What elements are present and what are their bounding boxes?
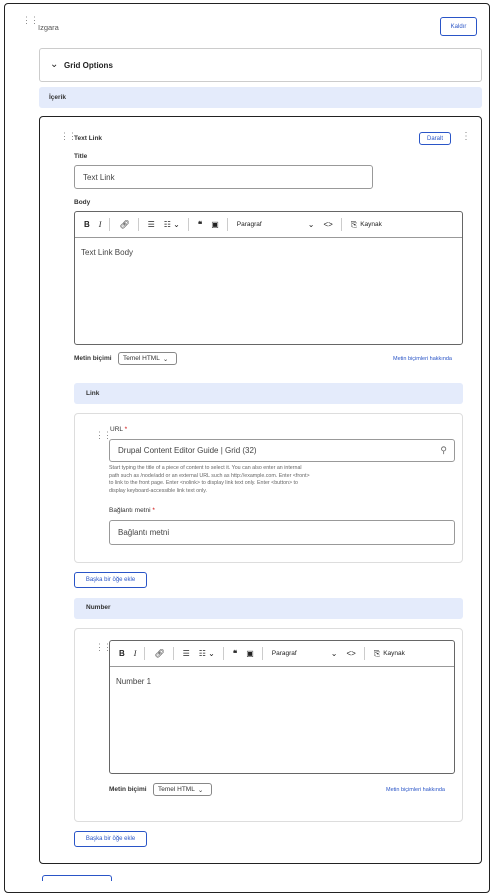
add-another-item-button[interactable]: Başka bir öğe ekle: [74, 831, 147, 847]
url-help: Start typing the title of a piece of con…: [109, 465, 310, 494]
link-icon[interactable]: 🔗︎: [119, 220, 129, 229]
format-label: Metin biçimi: [109, 786, 147, 793]
add-paragraph-button[interactable]: [42, 875, 112, 881]
number-section-bar: Number: [74, 598, 463, 619]
content-bar-label: İçerik: [49, 94, 66, 101]
remove-button[interactable]: Kaldır: [440, 17, 477, 36]
numbered-list-icon[interactable]: ☷ ⌄: [164, 220, 180, 229]
title-input[interactable]: Text Link: [74, 165, 373, 189]
section-title: Izgara: [38, 23, 59, 32]
chevron-down-icon: ⌄: [50, 59, 59, 70]
source-icon[interactable]: ⎘: [351, 220, 357, 230]
heading-dropdown[interactable]: Paragraf: [272, 650, 322, 657]
number-item: ⋮⋮ B I 🔗︎ ☰ ☷ ⌄ ❝ ▣ Paragraf ⌄ <> ⎘ Kayn…: [74, 628, 463, 822]
text-link-paragraph: ⋮⋮ Text Link Daralt ⋮ Title Text Link Bo…: [39, 116, 482, 864]
format-about-link[interactable]: Metin biçimleri hakkında: [393, 356, 452, 362]
link-item: ⋮⋮ URL * Drupal Content Editor Guide | G…: [74, 413, 463, 563]
number-body-text: Number 1: [116, 677, 152, 686]
number-section-label: Number: [86, 604, 111, 611]
add-another-item-button[interactable]: Başka bir öğe ekle: [74, 572, 147, 588]
link-section-label: Link: [86, 390, 100, 397]
chevron-down-icon[interactable]: ⌄: [308, 220, 315, 229]
bullet-list-icon[interactable]: ☰: [183, 649, 190, 658]
chevron-down-icon[interactable]: ⌄: [331, 649, 338, 658]
blockquote-icon[interactable]: ❝: [233, 649, 237, 658]
italic-icon[interactable]: I: [134, 649, 137, 658]
editor-toolbar: B I 🔗︎ ☰ ☷ ⌄ ❝ ▣ Paragraf ⌄ <> ⎘ Kaynak: [110, 641, 454, 667]
blockquote-icon[interactable]: ❝: [198, 220, 202, 229]
code-icon[interactable]: <>: [346, 649, 355, 658]
format-select[interactable]: Temel HTML ⌄: [118, 352, 177, 365]
more-actions-icon[interactable]: ⋮: [461, 131, 471, 142]
format-label: Metin biçimi: [74, 355, 112, 362]
url-input[interactable]: Drupal Content Editor Guide | Grid (32) …: [109, 439, 455, 462]
format-about-link[interactable]: Metin biçimleri hakkında: [386, 787, 445, 793]
source-button[interactable]: Kaynak: [360, 221, 382, 228]
format-select[interactable]: Temel HTML ⌄: [153, 783, 212, 796]
drag-handle-icon[interactable]: ⋮⋮: [95, 431, 112, 440]
bold-icon[interactable]: B: [84, 220, 90, 229]
image-icon[interactable]: ▣: [246, 649, 254, 658]
bold-icon[interactable]: B: [119, 649, 125, 658]
grid-section: ⋮⋮ Izgara Kaldır ⌄ Grid Options İçerik ⋮…: [4, 3, 490, 893]
bullet-list-icon[interactable]: ☰: [148, 220, 155, 229]
source-button[interactable]: Kaynak: [383, 650, 405, 657]
editor-toolbar: B I 🔗︎ ☰ ☷ ⌄ ❝ ▣ Paragraf ⌄ <> ⎘ Kaynak: [75, 212, 462, 238]
title-label: Title: [74, 153, 88, 160]
grid-options-summary[interactable]: ⌄ Grid Options: [39, 48, 482, 82]
paragraph-title: Text Link: [74, 135, 103, 142]
link-text-label: Bağlantı metni *: [109, 507, 155, 514]
heading-dropdown[interactable]: Paragraf: [237, 221, 299, 228]
body-text: Text Link Body: [81, 248, 134, 257]
url-value: Drupal Content Editor Guide | Grid (32): [118, 446, 257, 455]
italic-icon[interactable]: I: [99, 220, 102, 229]
format-value: Temel HTML: [158, 786, 195, 793]
numbered-list-icon[interactable]: ☷ ⌄: [199, 649, 215, 658]
link-icon[interactable]: 🔗︎: [154, 649, 164, 658]
body-editor[interactable]: B I 🔗︎ ☰ ☷ ⌄ ❝ ▣ Paragraf ⌄ <> ⎘ Kaynak …: [74, 211, 463, 345]
grid-options-title: Grid Options: [64, 61, 113, 70]
url-label: URL *: [110, 426, 128, 433]
chevron-down-icon: ⌄: [197, 786, 204, 794]
content-bar: İçerik: [39, 87, 482, 108]
image-icon[interactable]: ▣: [211, 220, 219, 229]
collapse-button[interactable]: Daralt: [419, 132, 451, 145]
body-label: Body: [74, 199, 91, 206]
format-value: Temel HTML: [123, 355, 160, 362]
drag-handle-icon[interactable]: ⋮⋮: [22, 16, 39, 25]
code-icon[interactable]: <>: [323, 220, 332, 229]
link-section-bar: Link: [74, 383, 463, 404]
number-editor[interactable]: B I 🔗︎ ☰ ☷ ⌄ ❝ ▣ Paragraf ⌄ <> ⎘ Kaynak …: [109, 640, 455, 774]
search-icon: ⚲: [440, 445, 447, 455]
source-icon[interactable]: ⎘: [374, 649, 380, 659]
chevron-down-icon: ⌄: [162, 355, 169, 363]
link-text-input[interactable]: Bağlantı metni: [109, 520, 455, 545]
